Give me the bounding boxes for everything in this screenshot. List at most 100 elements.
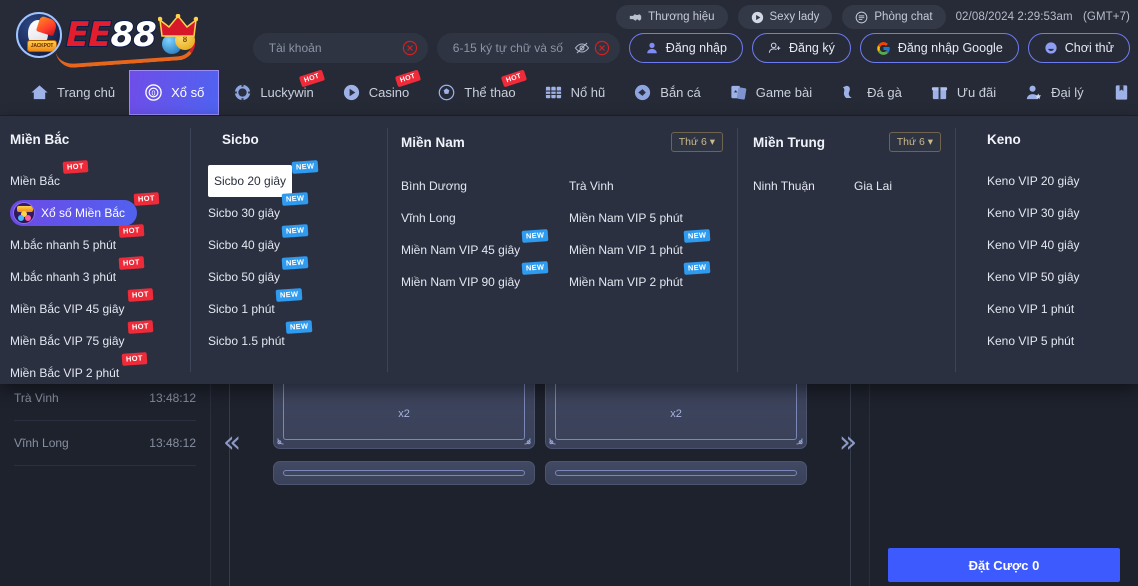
hot-badge: HOT [127,288,153,302]
chevron-down-icon: ▾ [927,136,933,148]
menu-item-sicbo-20-giay[interactable]: Sicbo 20 giây NEW [208,160,319,197]
mega-column-title: Miền Nam [401,134,465,150]
ornament-icon [549,438,556,445]
menu-item-mien-bac-vip-45-giay[interactable]: Miền Bắc VIP 45 giây HOT [10,288,153,325]
menu-item-label: Sicbo 1 phút [208,302,275,316]
next-page-arrow[interactable]: » [833,426,863,460]
menu-item-label: Keno VIP 1 phút [987,302,1075,316]
bet-card-next-row-right[interactable] [545,461,807,485]
site-logo[interactable]: JACKPOT EE88 8 [10,6,210,69]
quicklink-sexy-lady[interactable]: Sexy lady [737,5,833,29]
nav-item-luckywin[interactable]: Luckywin HOT [219,69,327,115]
lottery-mega-menu: Miền Bắc Miền Bắc HOT Xổ số Miền Bắc HOT… [0,116,1138,384]
new-badge: NEW [275,288,304,302]
quicklink-label: Sexy lady [769,11,820,23]
bet-card-next-row-left[interactable] [273,461,535,485]
menu-item-mien-nam-vip-2-phut[interactable]: Miền Nam VIP 2 phút NEW [569,261,712,298]
menu-item-mien-bac-vip-2-phut[interactable]: Miền Bắc VIP 2 phút HOT [10,352,148,389]
lottery-promo-icon [13,202,35,224]
register-button[interactable]: Đăng ký [751,33,851,63]
menu-item-ninh-thuan[interactable]: Ninh Thuận [753,170,817,202]
nav-item-casino[interactable]: Casino HOT [328,69,423,115]
trial-play-button[interactable]: Chơi thử [1027,33,1130,63]
nav-item-ban-ca[interactable]: Bắn cá [619,70,714,115]
mega-column-list: Sicbo 20 giây NEW Sicbo 30 giây NEW Sicb… [208,160,387,357]
menu-item-label: Sicbo 20 giây [214,174,287,188]
menu-item-tra-vinh[interactable]: Trà Vinh [569,170,616,202]
menu-item-mbac-nhanh-3-phut[interactable]: M.bắc nhanh 3 phút HOT [10,256,145,293]
menu-item-keno-vip-50-giay[interactable]: Keno VIP 50 giây [987,261,1082,293]
menu-item-label: Ninh Thuận [753,179,815,193]
register-button-label: Đăng ký [788,41,835,55]
menu-item-mien-bac-vip-75-giay[interactable]: Miền Bắc VIP 75 giây HOT [10,320,153,357]
menu-item-keno-vip-1-phut[interactable]: Keno VIP 1 phút [987,293,1076,325]
menu-item-label: Keno VIP 50 giây [987,270,1080,284]
menu-item-mien-bac[interactable]: Miền Bắc HOT [10,160,89,197]
clear-account-icon[interactable] [402,40,418,56]
menu-item-sicbo-40-giay[interactable]: Sicbo 40 giây NEW [208,224,309,261]
nav-item-xo-so[interactable]: 0 Xổ số [129,70,220,115]
menu-item-label: Miền Nam VIP 1 phút [569,243,683,257]
nav-label: Bắn cá [660,85,701,100]
mega-column-keno: Keno Keno VIP 20 giây Keno VIP 30 giây K… [955,116,1138,384]
menu-item-mien-nam-vip-5-phut[interactable]: Miền Nam VIP 5 phút [569,202,685,234]
nav-item-trang-chu[interactable]: Trang chủ [16,70,129,115]
clock-datetime: 02/08/2024 2:29:53am [955,11,1073,23]
bet-card-multiplier: x2 [398,408,410,420]
menu-item-xo-so-mien-bac[interactable]: Xổ số Miền Bắc HOT [10,192,160,226]
nav-label: Casino [368,85,410,100]
mega-column-list: Keno VIP 20 giây Keno VIP 30 giây Keno V… [987,165,1138,357]
mega-column-header: Sicbo [208,132,387,147]
menu-item-mien-nam-vip-90-giay[interactable]: Miền Nam VIP 90 giây NEW [401,261,549,298]
menu-item-label: Vĩnh Long [401,211,456,225]
menu-item-keno-vip-20-giay[interactable]: Keno VIP 20 giây [987,165,1082,197]
mega-column-sicbo: Sicbo Sicbo 20 giây NEW Sicbo 30 giây NE… [190,116,387,384]
nav-item-ho-tro[interactable]: Hỗ trợ [1098,70,1138,115]
menu-item-sicbo-15-phut[interactable]: Sicbo 1.5 phút NEW [208,320,314,357]
logo-ball-icon: JACKPOT [16,12,62,58]
nav-item-uu-dai[interactable]: Ưu đãi [916,70,1010,115]
quicklink-phong-chat[interactable]: Phòng chat [842,5,946,29]
card-inner-border [555,470,797,476]
nav-label: Đại lý [1051,85,1084,100]
menu-item-vinh-long[interactable]: Vĩnh Long [401,202,458,234]
menu-item-binh-duong[interactable]: Bình Dương [401,170,469,202]
place-bet-button[interactable]: Đặt Cược 0 [888,548,1120,582]
chat-circle-icon [856,11,868,23]
menu-item-sicbo-50-giay[interactable]: Sicbo 50 giây NEW [208,256,309,293]
account-input[interactable] [268,41,398,55]
google-login-button-label: Đăng nhập Google [897,41,1003,55]
prev-page-arrow[interactable]: « [217,426,247,460]
day-selector-mien-nam[interactable]: Thứ 6 ▾ [670,132,723,152]
toggle-password-visibility-icon[interactable] [574,40,590,56]
menu-item-sicbo-1-phut[interactable]: Sicbo 1 phút NEW [208,288,304,325]
clear-password-icon[interactable] [594,40,610,56]
menu-item-label: Miền Bắc VIP 2 phút [10,366,120,380]
new-badge: NEW [281,256,309,270]
menu-item-keno-vip-30-giay[interactable]: Keno VIP 30 giây [987,197,1082,229]
login-button[interactable]: Đăng nhập [628,33,743,63]
nav-item-da-ga[interactable]: Đá gà [826,70,916,115]
logo-text-88: 88 [109,15,157,55]
nav-item-game-bai[interactable]: Game bài [715,70,826,115]
nav-item-the-thao[interactable]: Thể thao HOT [423,69,529,115]
menu-item-mien-nam-vip-45-giay[interactable]: Miền Nam VIP 45 giây NEW [401,229,549,266]
nav-label: Thể thao [464,85,516,100]
day-selector-mien-trung[interactable]: Thứ 6 ▾ [888,132,941,152]
menu-item-label: Sicbo 50 giây [208,270,281,284]
google-login-button[interactable]: Đăng nhập Google [859,33,1019,63]
menu-item-gia-lai[interactable]: Gia Lai [854,170,894,202]
password-input[interactable] [452,41,570,55]
quicklink-thuong-hieu[interactable]: Thương hiệu [616,5,728,29]
nav-item-no-hu[interactable]: Nổ hũ [530,70,620,115]
menu-item-mien-nam-vip-1-phut[interactable]: Miền Nam VIP 1 phút NEW [569,229,712,266]
menu-item-keno-vip-40-giay[interactable]: Keno VIP 40 giây [987,229,1082,261]
menu-item-mbac-nhanh-5-phut[interactable]: M.bắc nhanh 5 phút HOT [10,224,145,261]
menu-item-keno-vip-5-phut[interactable]: Keno VIP 5 phút [987,325,1076,357]
table-row[interactable]: Vĩnh Long 13:48:12 [14,421,196,466]
mega-column-header: Miền Nam Thứ 6 ▾ [401,132,737,152]
nav-item-dai-ly[interactable]: Đại lý [1010,70,1098,115]
menu-item-sicbo-30-giay[interactable]: Sicbo 30 giây NEW [208,192,309,229]
logo-crown-icon [158,14,198,37]
mega-column-mien-trung: Miền Trung Thứ 6 ▾ Ninh Thuận Gia Lai [737,116,955,384]
